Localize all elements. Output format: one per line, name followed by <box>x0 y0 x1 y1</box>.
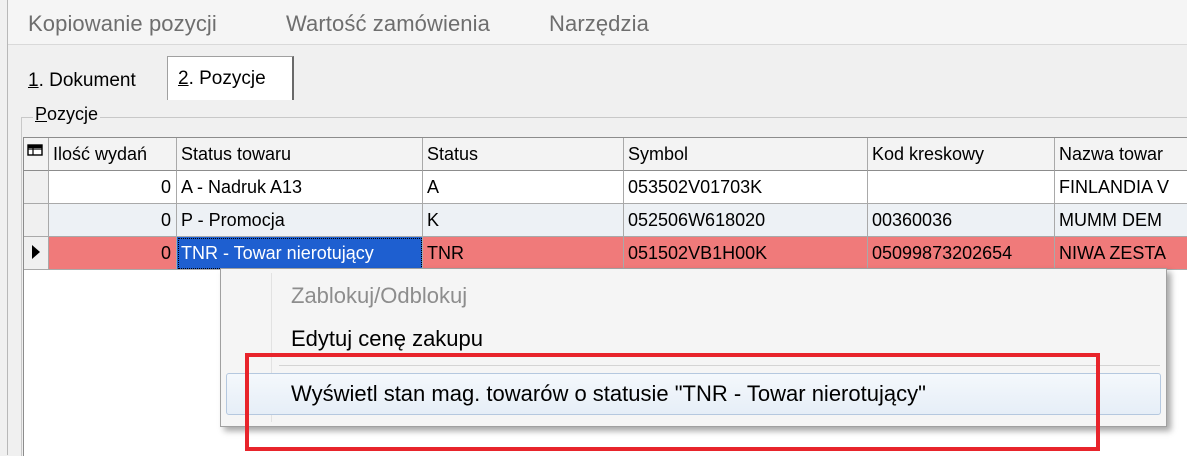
column-chooser-icon[interactable] <box>24 138 49 171</box>
cell-symbol[interactable]: 052506W618020 <box>624 204 868 237</box>
cell-symbol[interactable]: 051502VB1H00K <box>624 237 868 270</box>
cell-symbol[interactable]: 053502V01703K <box>624 171 868 204</box>
cell-nazwa[interactable]: FINLANDIA V <box>1055 171 1187 204</box>
table-row[interactable]: 0 A - Nadruk A13 A 053502V01703K FINLAND… <box>24 171 1187 204</box>
tab-pozycje[interactable]: 2. Pozycje <box>167 56 294 100</box>
tab-strip: 1. Dokument 2. Pozycje <box>8 46 1187 100</box>
cell-kod[interactable]: 00360036 <box>868 204 1055 237</box>
col-status-towaru[interactable]: Status towaru <box>177 138 423 171</box>
window: Kopiowanie pozycji Wartość zamówienia Na… <box>0 0 1187 456</box>
annotation-highlight-box <box>245 353 1100 451</box>
cell-status[interactable]: K <box>423 204 624 237</box>
cell-nazwa[interactable]: MUMM DEM <box>1055 204 1187 237</box>
row-indicator[interactable] <box>24 171 49 204</box>
cell-status[interactable]: A <box>423 171 624 204</box>
col-symbol[interactable]: Symbol <box>624 138 868 171</box>
col-nazwa-towaru[interactable]: Nazwa towar <box>1055 138 1187 171</box>
col-ilosc-wydan[interactable]: Ilość wydań <box>49 138 177 171</box>
group-title-rest: ozycje <box>47 104 99 124</box>
tab-dokument[interactable]: 1. Dokument <box>18 62 167 100</box>
grid-header-row: Ilość wydań Status towaru Status Symbol … <box>24 138 1187 171</box>
cell-qty[interactable]: 0 <box>49 237 177 270</box>
group-title-mnemonic: P <box>35 104 48 124</box>
cell-qty[interactable]: 0 <box>49 204 177 237</box>
cell-status-towaru-focused[interactable]: TNR - Towar nierotujący <box>177 237 423 270</box>
menu-item-zablokuj-odblokuj: Zablokuj/Odblokuj <box>291 283 468 308</box>
cell-status-towaru[interactable]: P - Promocja <box>177 204 423 237</box>
tab-dokument-label: . Dokument <box>38 70 136 91</box>
current-row-arrow-icon[interactable] <box>24 237 49 270</box>
cell-status-towaru[interactable]: A - Nadruk A13 <box>177 171 423 204</box>
col-status[interactable]: Status <box>423 138 624 171</box>
row-indicator[interactable] <box>24 204 49 237</box>
col-kod-kreskowy[interactable]: Kod kreskowy <box>868 138 1055 171</box>
menu-kopiowanie-pozycji[interactable]: Kopiowanie pozycji <box>28 11 217 37</box>
tab-pozycje-label: . Pozycje <box>188 67 266 89</box>
table-row-selected[interactable]: 0 TNR - Towar nierotujący TNR 051502VB1H… <box>24 237 1187 270</box>
menu-bar: Kopiowanie pozycji Wartość zamówienia Na… <box>8 0 1187 45</box>
menu-wartosc-zamowienia[interactable]: Wartość zamówienia <box>286 11 490 37</box>
cell-status[interactable]: TNR <box>423 237 624 270</box>
cell-nazwa[interactable]: NIWA ZESTA <box>1055 237 1187 270</box>
cell-qty[interactable]: 0 <box>49 171 177 204</box>
tab-pozycje-mnemonic: 2 <box>178 67 189 89</box>
table-row[interactable]: 0 P - Promocja K 052506W618020 00360036 … <box>24 204 1187 237</box>
tab-dokument-mnemonic: 1 <box>28 70 39 91</box>
pozycje-group-title: Pozycje <box>33 104 101 125</box>
cell-kod[interactable] <box>868 171 1055 204</box>
menu-narzedzia[interactable]: Narzędzia <box>549 11 649 37</box>
cell-kod[interactable]: 05099873202654 <box>868 237 1055 270</box>
